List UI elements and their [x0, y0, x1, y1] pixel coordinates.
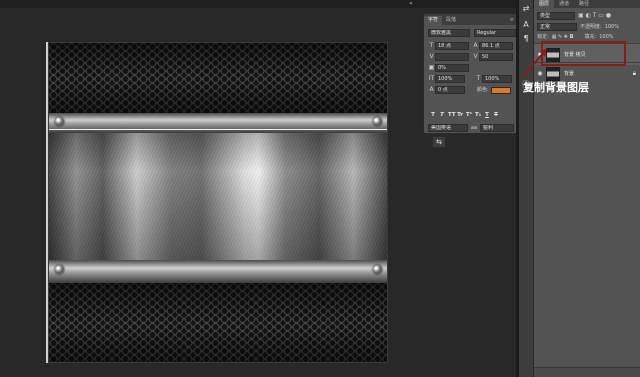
lock-icons[interactable]: ▦ ✎ ✥ ◘ — [552, 34, 574, 40]
antialias-select[interactable]: 锐利 — [480, 124, 514, 132]
swap-arrows-icon[interactable]: ⇆ — [432, 136, 446, 148]
antialias-icon: aa — [470, 125, 478, 131]
fill-label: 填充: — [584, 33, 597, 40]
small-caps-button[interactable]: Tr — [457, 112, 463, 119]
fill-value[interactable]: 100% — [599, 33, 613, 41]
collapse-panels-icon[interactable]: « — [404, 0, 418, 8]
brushed-metal-plate — [49, 133, 387, 260]
all-caps-button[interactable]: TT — [448, 112, 456, 119]
opacity-label: 不透明度: — [580, 23, 602, 30]
superscript-button[interactable]: T¹ — [466, 112, 472, 119]
metal-mesh-bottom — [49, 283, 387, 362]
tab-character[interactable]: 字符 — [424, 16, 443, 25]
language-select[interactable]: 美国英语 — [428, 124, 468, 132]
text-format-buttons: T T TT Tr T¹ T₁ T T — [430, 112, 499, 119]
kerning-field[interactable] — [435, 53, 469, 61]
character-panel-tabs: 字符 段落 ≡ — [424, 14, 517, 25]
character-panel: 字符 段落 ≡ 微软雅黑 Regular T 18 点 A 86.1 点 V V… — [423, 13, 518, 134]
lock-icon: 🔒︎ — [632, 69, 636, 77]
layer-name: 背景 — [564, 71, 575, 77]
annotation-arrow — [521, 48, 547, 79]
tab-layers[interactable]: 图层 — [534, 0, 555, 8]
layer-filter-select[interactable]: 类型 — [537, 11, 575, 20]
vertical-scale-icon: IT — [428, 75, 435, 82]
faux-italic-button[interactable]: T — [439, 112, 445, 119]
tsume-field[interactable]: 0% — [435, 64, 469, 72]
layers-footer-toolbar — [534, 367, 640, 377]
baseline-shift-field[interactable]: 0 点 — [435, 86, 465, 94]
bolt-icon — [373, 265, 382, 274]
font-size-icon: T — [429, 42, 434, 49]
blend-mode-select[interactable]: 正常 — [537, 22, 577, 31]
lock-label: 锁定: — [537, 33, 549, 40]
leading-field[interactable]: 86.1 点 — [479, 42, 513, 50]
text-tool-icon[interactable]: A — [521, 20, 531, 30]
opacity-value[interactable]: 100% — [605, 23, 619, 31]
metal-mesh-top — [49, 43, 387, 113]
canvas-document[interactable] — [48, 42, 388, 363]
baseline-shift-icon: A — [429, 86, 434, 93]
annotation-label: 复制背景图层 — [523, 81, 589, 94]
filter-icons[interactable]: ▣ ◐ T ▭ ● — [578, 12, 611, 19]
tracking-icon: V — [473, 53, 478, 60]
tracking-field[interactable]: 50 — [479, 53, 513, 61]
layers-panel-tabs: 图层 通道 路径 — [534, 0, 640, 8]
underline-button[interactable]: T — [484, 112, 490, 119]
bolt-icon — [373, 117, 382, 126]
rail-highlight-line — [49, 129, 387, 130]
color-label: 颜色: — [477, 87, 489, 93]
tab-paragraph[interactable]: 段落 — [442, 16, 460, 25]
horizontal-scale-field[interactable]: 100% — [482, 75, 512, 83]
horizontal-scale-icon: T — [476, 75, 481, 82]
text-color-swatch[interactable] — [490, 86, 511, 94]
font-family-select[interactable]: 微软雅黑 — [428, 29, 470, 37]
tab-paths[interactable]: 路径 — [574, 0, 594, 8]
metal-rail-top — [49, 113, 387, 133]
kerning-icon: V — [429, 53, 434, 60]
leading-icon: A — [473, 42, 478, 49]
font-style-select[interactable]: Regular — [474, 29, 516, 37]
bolt-icon — [55, 117, 64, 126]
vertical-scale-field[interactable]: 100% — [435, 75, 465, 83]
font-size-field[interactable]: 18 点 — [435, 42, 469, 50]
bolt-icon — [55, 265, 64, 274]
swap-arrows-icon[interactable]: ⇄ — [521, 4, 531, 14]
tab-channels[interactable]: 通道 — [554, 0, 574, 8]
metal-rail-bottom — [49, 260, 387, 283]
subscript-button[interactable]: T₁ — [475, 112, 481, 119]
paragraph-icon[interactable]: ¶ — [521, 34, 531, 44]
tsume-icon: ▣ — [428, 64, 435, 71]
strikethrough-button[interactable]: T — [493, 112, 499, 119]
faux-bold-button[interactable]: T — [430, 112, 436, 119]
